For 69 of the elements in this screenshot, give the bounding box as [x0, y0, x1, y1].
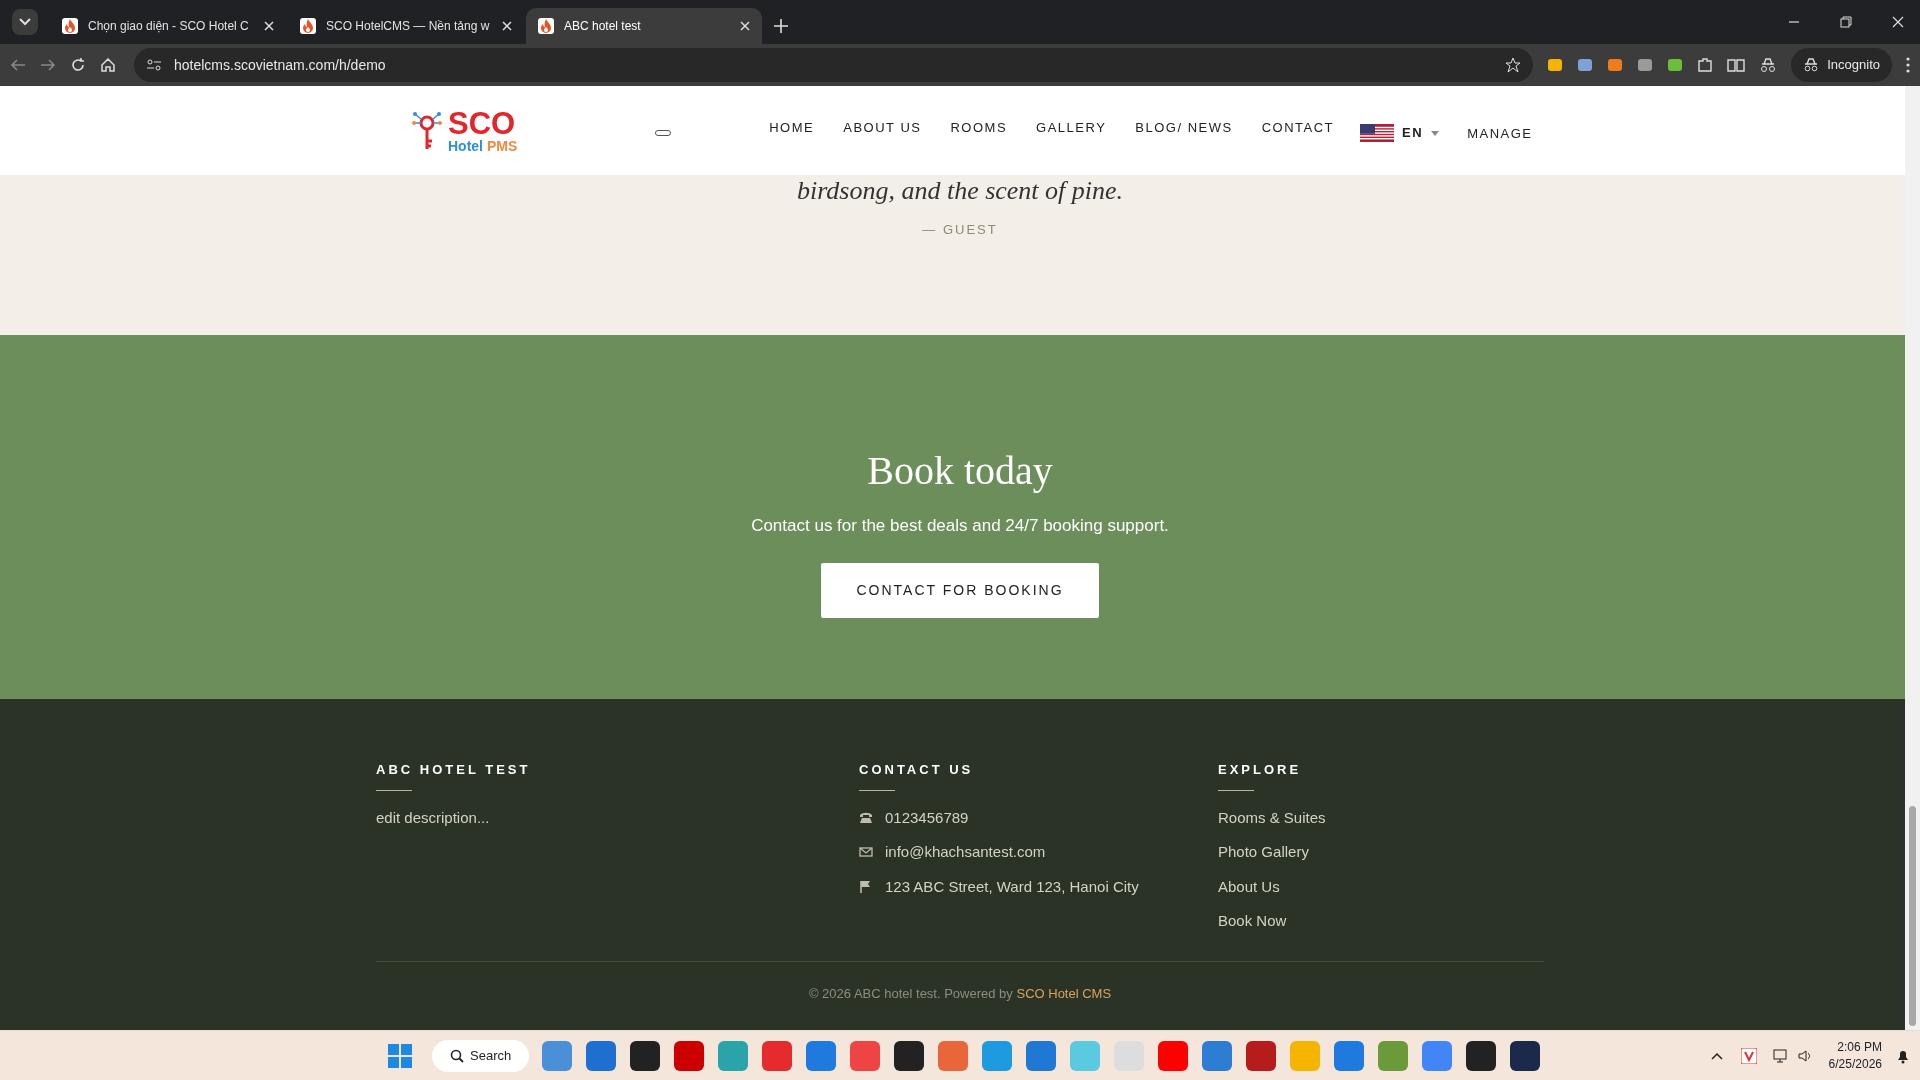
chevron-down-icon	[19, 18, 31, 26]
close-icon[interactable]	[1892, 16, 1904, 28]
close-icon[interactable]	[502, 21, 512, 31]
quote-text: birdsong, and the scent of pine.	[795, 177, 1125, 206]
search-icon	[450, 1048, 464, 1063]
footer-link[interactable]: Rooms & Suites	[1218, 806, 1518, 830]
nav-link[interactable]: ABOUT US	[843, 117, 922, 138]
footer-heading: ABC HOTEL TEST	[376, 762, 532, 778]
section-title: Book today	[867, 447, 1053, 495]
close-icon[interactable]	[740, 21, 750, 31]
clock-time[interactable]: 2:06 PM	[1837, 1039, 1882, 1056]
section-text: Contact us for the best deals and 24/7 booking support.	[751, 515, 1169, 537]
incognito-icon[interactable]	[1759, 57, 1778, 73]
booking-button[interactable]: CONTACT FOR BOOKING	[821, 562, 1099, 618]
nav-link[interactable]: GALLERY	[1036, 117, 1107, 138]
flame-icon	[300, 18, 316, 34]
caret-icon	[1431, 130, 1440, 136]
footer-link[interactable]: About Us	[1218, 875, 1518, 899]
tab-list-button[interactable]	[12, 9, 38, 35]
nav-link[interactable]: BLOG/ NEWS	[1135, 117, 1233, 138]
flame-icon	[538, 18, 554, 34]
contact-info: 123 ABC Street, Ward 123, Hanoi City	[885, 876, 1139, 897]
flame-icon	[62, 18, 78, 34]
volume-icon[interactable]	[1796, 1047, 1813, 1064]
footer-link[interactable]: Book Now	[1218, 910, 1518, 933]
envelope-icon	[859, 845, 873, 860]
back-icon[interactable]	[10, 57, 26, 73]
language-selector[interactable]: EN	[1360, 123, 1440, 143]
windows-start-icon[interactable]	[388, 1043, 412, 1068]
quote-author: — GUEST	[921, 220, 999, 239]
home-icon[interactable]	[100, 57, 116, 73]
logo[interactable]: SCO Hotel PMS	[412, 108, 518, 153]
taskbar-search[interactable]: Search	[432, 1039, 530, 1072]
footer-heading: EXPLORE	[1218, 762, 1303, 778]
powered-by-link[interactable]: SCO Hotel CMS	[1016, 985, 1112, 1001]
contact-info: info@khachsantest.com	[885, 842, 1046, 863]
incognito-icon	[1803, 58, 1820, 72]
footer-link[interactable]: Photo Gallery	[1218, 841, 1518, 864]
close-icon[interactable]	[264, 21, 274, 31]
nav-link[interactable]: CONTACT	[1261, 117, 1335, 138]
profile-button[interactable]: Incognito	[1791, 48, 1892, 82]
browser-tab[interactable]: Chọn giao diện - SCO Hotel C	[50, 8, 286, 44]
forward-icon[interactable]	[40, 57, 56, 73]
site-settings-icon[interactable]	[146, 57, 162, 73]
star-icon[interactable]	[1505, 57, 1522, 73]
phone-icon	[859, 810, 873, 825]
new-tab-icon[interactable]	[774, 19, 788, 33]
nav-link[interactable]: HOME	[769, 117, 815, 138]
nav-link[interactable]: ROOMS	[950, 117, 1008, 138]
chevron-up-icon[interactable]	[1710, 1051, 1723, 1060]
copyright-text: © 2026 ABC hotel test. Powered by SCO Hotel CMS	[808, 985, 1112, 1001]
key-logo-icon	[412, 110, 442, 151]
scrollbar[interactable]	[1905, 86, 1920, 1030]
reload-icon[interactable]	[70, 57, 86, 73]
restore-icon[interactable]	[1840, 16, 1852, 28]
browser-tab[interactable]: ABC hotel test	[526, 8, 762, 44]
logo-title: SCO	[448, 108, 517, 139]
more-icon[interactable]	[1906, 57, 1910, 73]
contact-info: 0123456789	[885, 807, 969, 828]
us-flag-icon	[1360, 124, 1395, 142]
logo-subtitle: Hotel PMS	[448, 139, 518, 153]
reading-mode-icon[interactable]	[1727, 57, 1746, 73]
scrollbar-thumb[interactable]	[1909, 806, 1916, 1026]
manage-link[interactable]: MANAGE	[1467, 123, 1533, 144]
footer-description: edit description...	[376, 807, 491, 828]
footer-heading: CONTACT US	[859, 762, 975, 778]
flag-icon	[859, 879, 873, 894]
browser-tab[interactable]: SCO HotelCMS — Nền tảng w	[288, 8, 524, 44]
clock-date[interactable]: 6/25/2026	[1828, 1055, 1882, 1072]
